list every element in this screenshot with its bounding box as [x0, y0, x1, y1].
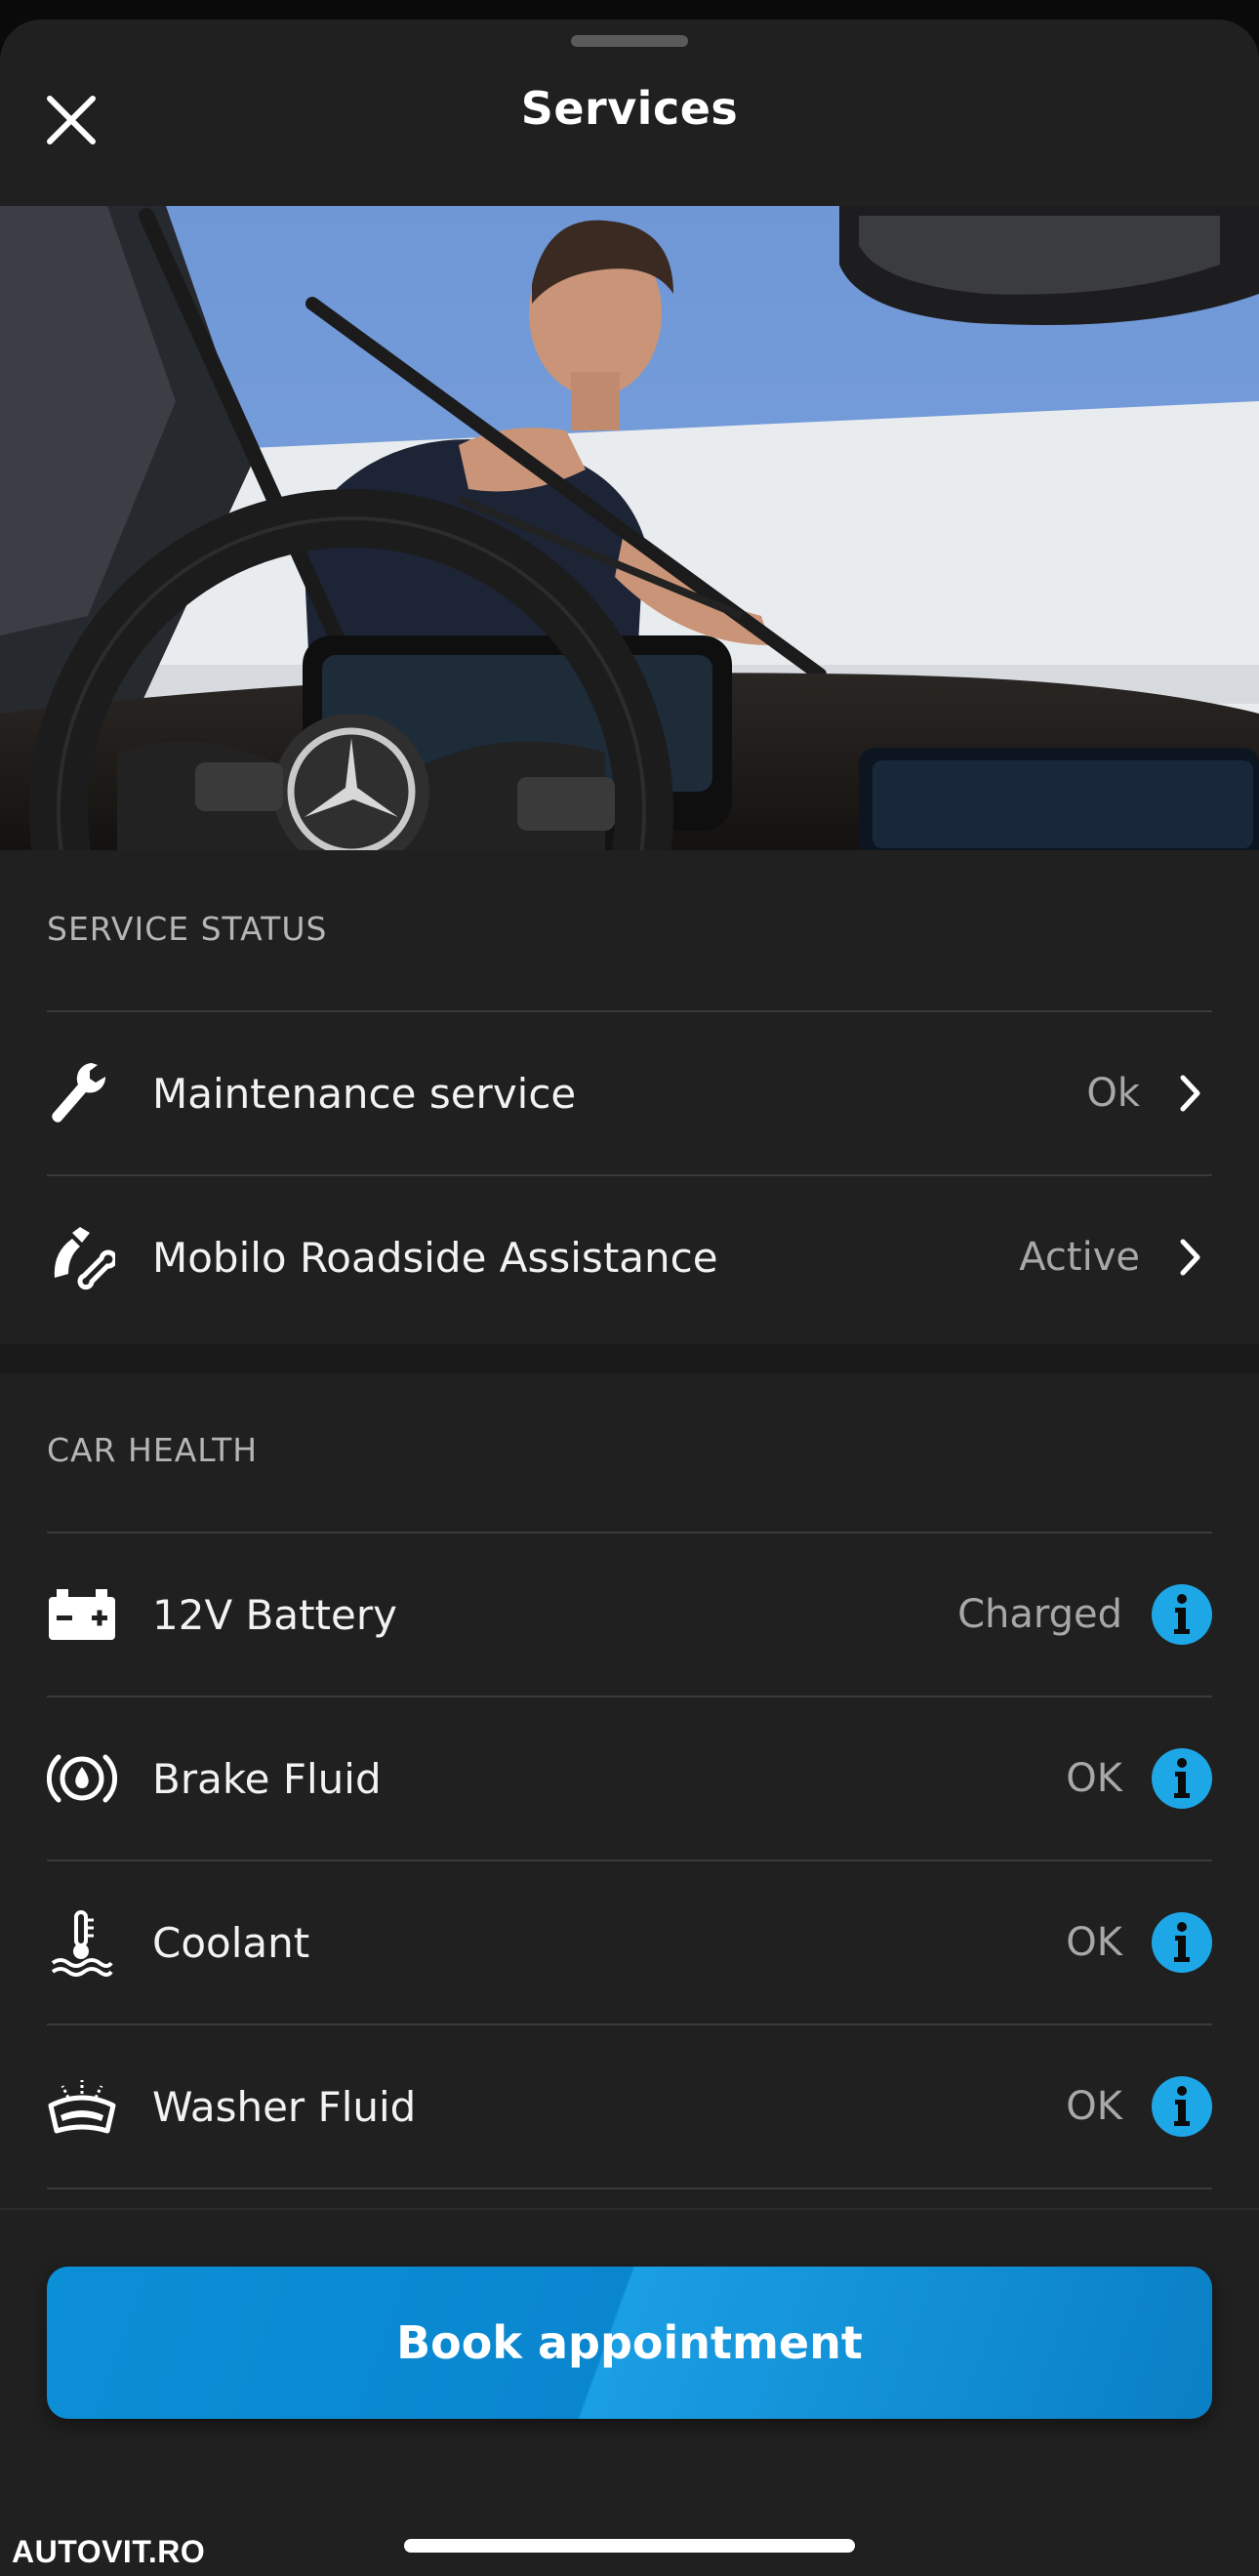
- home-indicator[interactable]: [404, 2539, 855, 2553]
- brake-fluid-icon: [47, 1738, 129, 1820]
- row-label: Brake Fluid: [152, 1754, 382, 1803]
- service-row-roadside[interactable]: Mobilo Roadside Assistance Active: [47, 1176, 1212, 1338]
- health-row-battery[interactable]: 12V Battery Charged: [47, 1533, 1212, 1696]
- info-icon[interactable]: [1152, 1584, 1212, 1645]
- service-status-heading: SERVICE STATUS: [47, 910, 328, 948]
- book-appointment-button[interactable]: Book appointment: [47, 2267, 1212, 2419]
- health-row-coolant[interactable]: Coolant OK: [47, 1861, 1212, 2024]
- services-sheet: Services SERVICE STATUS Maintenance serv…: [0, 20, 1259, 2576]
- watermark: AUTOVIT.RO: [12, 2534, 206, 2569]
- coolant-icon: [47, 1901, 129, 1983]
- car-health-heading: CAR HEALTH: [47, 1431, 259, 1469]
- health-row-brake-fluid[interactable]: Brake Fluid OK: [47, 1697, 1212, 1860]
- info-icon[interactable]: [1152, 2076, 1212, 2137]
- wrench-icon: [47, 1052, 129, 1134]
- divider: [47, 2188, 1212, 2189]
- health-row-washer-fluid[interactable]: Washer Fluid OK: [47, 2025, 1212, 2188]
- row-status: OK: [1066, 1756, 1122, 1801]
- roadside-phone-icon: [47, 1216, 129, 1298]
- sheet-grabber[interactable]: [571, 35, 688, 47]
- row-label: Mobilo Roadside Assistance: [152, 1233, 718, 1282]
- page-title: Services: [520, 82, 739, 135]
- hero-image: [0, 206, 1259, 850]
- washer-fluid-icon: [47, 2065, 129, 2147]
- chevron-right-icon: [1169, 1072, 1212, 1115]
- row-status: OK: [1066, 1920, 1122, 1965]
- row-status: Ok: [1086, 1071, 1140, 1116]
- row-label: Coolant: [152, 1918, 310, 1967]
- battery-icon: [47, 1574, 129, 1656]
- info-icon[interactable]: [1152, 1748, 1212, 1809]
- row-status: Charged: [957, 1592, 1122, 1637]
- row-label: 12V Battery: [152, 1590, 397, 1639]
- service-row-maintenance[interactable]: Maintenance service Ok: [47, 1012, 1212, 1174]
- row-status: Active: [1019, 1235, 1140, 1280]
- section-separator: [0, 1344, 1259, 1373]
- info-icon[interactable]: [1152, 1912, 1212, 1973]
- row-label: Maintenance service: [152, 1069, 577, 1118]
- chevron-right-icon: [1169, 1236, 1212, 1279]
- row-status: OK: [1066, 2084, 1122, 2129]
- row-label: Washer Fluid: [152, 2082, 417, 2131]
